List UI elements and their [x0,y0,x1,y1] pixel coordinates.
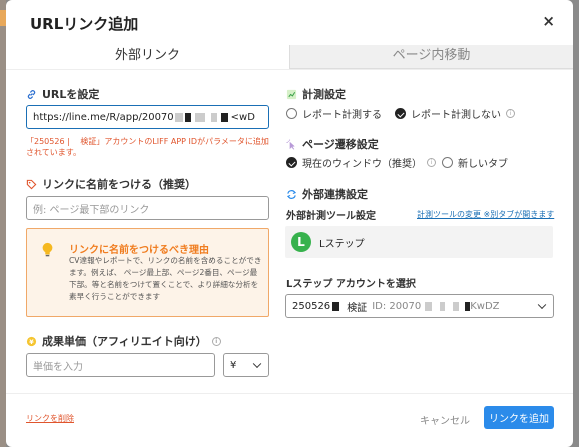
sync-icon [286,189,297,199]
radio-current-window[interactable]: 現在のウィンドウ（推奨） i [286,155,436,170]
tag-icon [26,179,37,189]
account-id-prefix: ID: 20070 [372,300,422,312]
url-input[interactable]: https://line.me/R/app/20070 <wD [26,105,269,129]
currency-select[interactable]: ¥ [223,353,269,377]
radio-label: 現在のウィンドウ（推奨） [302,159,422,170]
unit-price-placeholder: 単価を入力 [33,361,83,373]
tab-external-link[interactable]: 外部リンク [6,45,289,69]
redacted [210,112,217,122]
transition-section-label: ページ遷移設定 [286,136,379,152]
account-label: Lステップ アカウントを選択 [286,279,416,290]
url-section-label: URLを設定 [26,86,99,102]
chevron-down-icon [252,359,262,369]
radio-report-off[interactable]: レポート計測しない i [395,106,515,121]
footer-divider [6,393,573,394]
redacted [174,112,183,122]
tool-label: 外部計測ツール設定 [286,211,376,222]
cancel-button[interactable]: キャンセル [420,412,470,427]
price-label-text: 成果単価（アフィリエイト向け） [42,335,207,348]
yen-coin-icon: ¥ [26,336,37,346]
measure-section-label: 計測設定 [286,86,346,102]
tip-body: CV達報やレポートで、リンクの名前を含めることができます。例えば、 ページ最上部… [69,256,262,301]
divider [6,69,573,70]
measure-label-text: 計測設定 [302,88,346,101]
redacted [220,112,228,122]
unit-price-input[interactable]: 単価を入力 [26,353,215,377]
currency-value: ¥ [230,359,237,371]
tip-title: リンクに名前をつけるべき理由 [69,245,209,256]
link-name-placeholder: 例: ページ最下部のリンク [33,204,150,216]
integration-section-label: 外部連携設定 [286,186,368,202]
cursor-click-icon [286,138,295,150]
modal-title: URLリンク追加 [30,15,139,33]
name-section-label: リンクに名前をつける（推奨） [26,176,196,192]
account-suffix: 検証 [347,302,368,314]
url-value-suffix: <wD [230,111,255,123]
radio-label: レポート計測しない [411,110,501,121]
tab-bar: 外部リンク ページ内移動 [6,45,573,69]
price-section-label: ¥ 成果単価（アフィリエイト向け） i [26,333,221,349]
chevron-down-icon [537,300,547,310]
chart-icon [286,89,297,99]
svg-text:¥: ¥ [29,337,34,345]
close-icon[interactable]: × [542,12,555,30]
radio-report-on[interactable]: レポート計測する [286,106,382,121]
url-value-prefix: https://line.me/R/app/20070 [33,111,174,123]
delete-link-button[interactable]: リンクを削除 [26,413,74,424]
lightbulb-icon [42,242,53,257]
tool-display: L Lステップ [285,226,553,258]
change-tool-link[interactable]: 計測ツールの変更 ※別タブが開きます [417,209,554,220]
radio-button-checked[interactable] [286,157,297,168]
transition-label-text: ページ遷移設定 [302,138,379,151]
radio-button-checked[interactable] [395,108,406,119]
add-link-button[interactable]: リンクを追加 [484,406,554,429]
radio-label: レポート計測する [302,110,382,121]
url-label-text: URLを設定 [42,88,100,101]
info-icon[interactable]: i [506,109,515,118]
lstep-logo-icon: L [291,232,311,252]
account-id-suffix: KwDZ [470,300,500,312]
integration-label-text: 外部連携設定 [302,188,368,201]
info-icon[interactable]: i [427,158,436,167]
tool-name: Lステップ [319,238,365,250]
redacted [453,301,460,311]
redacted [194,112,205,122]
info-icon[interactable]: i [211,336,221,346]
redacted [332,301,340,311]
link-name-input[interactable]: 例: ページ最下部のリンク [26,196,269,220]
liff-note: 「250526 | 検証」アカウントのLIFF APP IDがパラメータに追加さ… [26,137,269,157]
radio-button[interactable] [442,157,453,168]
redacted [184,112,191,122]
redacted [440,301,446,311]
account-select[interactable]: 250526 検証 ID: 20070 KwDZ [285,294,554,318]
redacted [425,301,433,311]
radio-label: 新しいタブ [458,159,508,170]
name-label-text: リンクに名前をつける（推奨） [42,178,196,191]
tab-page-anchor[interactable]: ページ内移動 [289,45,573,69]
link-icon [27,89,36,99]
url-link-modal: URLリンク追加 × 外部リンク ページ内移動 URLを設定 https://l… [6,0,573,447]
account-name: 250526 [292,300,331,312]
radio-new-tab[interactable]: 新しいタブ [442,155,508,170]
radio-button[interactable] [286,108,297,119]
